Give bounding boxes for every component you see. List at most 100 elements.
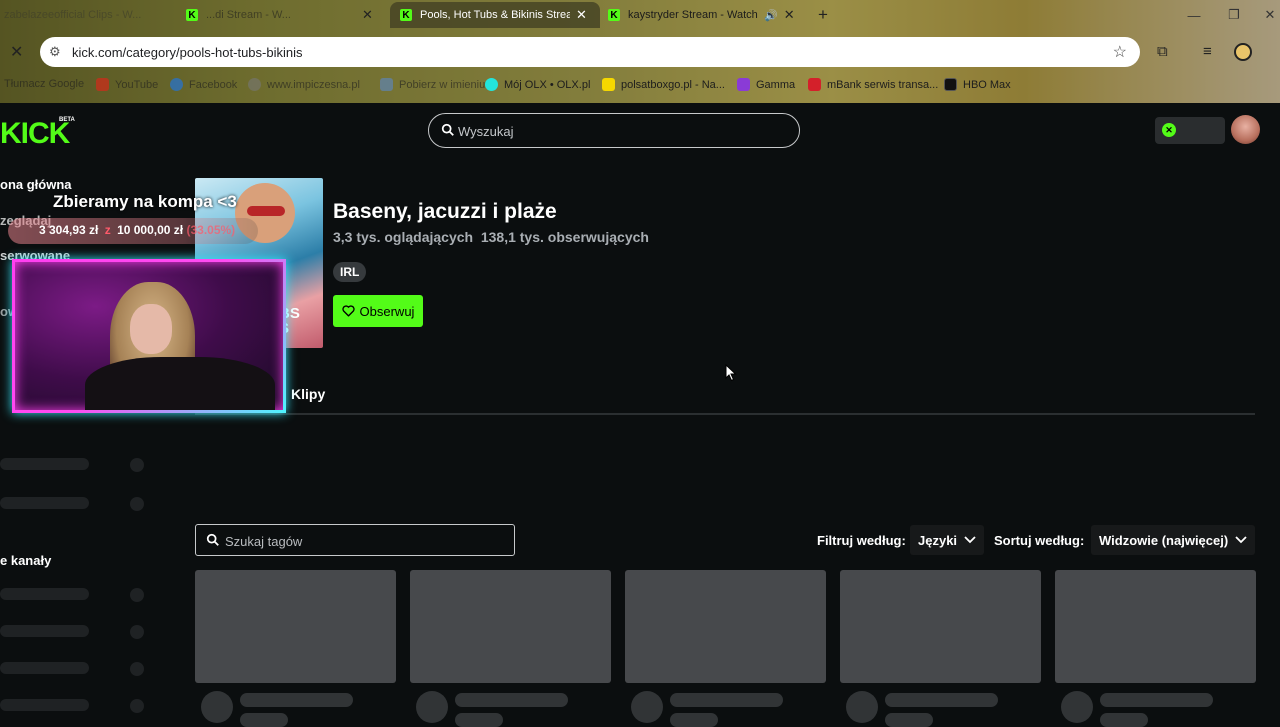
browser-chrome: zabelazeeofficial Clips - W... K ...di S… (0, 0, 1280, 103)
category-title: Baseny, jacuzzi i plaże (333, 200, 557, 223)
webcam-person-body (85, 357, 275, 410)
bookmark-item[interactable]: mBank serwis transa... (808, 78, 938, 91)
stream-card-skeleton-line (885, 693, 998, 707)
tag-search-input[interactable]: Szukaj tagów (195, 524, 515, 556)
heart-icon (341, 305, 355, 317)
restore-icon[interactable]: ❐ (1214, 4, 1254, 26)
tab-bar: zabelazeeofficial Clips - W... K ...di S… (0, 0, 1280, 30)
cover-sunglasses (247, 206, 285, 216)
tab-4[interactable]: K kaystryder Stream - Watch L... 🔊 ✕ (608, 2, 808, 28)
kick-favicon-icon: K (608, 9, 620, 21)
stream-card-skeleton-line (1100, 693, 1213, 707)
bookmark-item[interactable]: Mój OLX • OLX.pl (485, 78, 590, 91)
language-filter-select[interactable]: Języki (910, 525, 985, 555)
sidebar-skeleton (0, 588, 89, 600)
tab-clips[interactable]: Klipy (291, 386, 325, 402)
stream-card-thumbnail[interactable] (840, 570, 1041, 683)
kick-coin-icon: ✕ (1162, 123, 1176, 137)
new-tab-icon[interactable]: + (818, 5, 828, 25)
tab-close-icon[interactable]: ✕ (576, 7, 587, 23)
bookmark-favicon-icon (380, 78, 393, 91)
search-input[interactable]: Wyszukaj (428, 113, 800, 148)
close-window-icon[interactable]: ✕ (1250, 4, 1280, 26)
tag-search-placeholder: Szukaj tagów (225, 534, 303, 549)
tabs-divider (195, 413, 1255, 415)
chevron-down-icon (1235, 536, 1247, 544)
gamma-icon (737, 78, 750, 91)
sidebar-skeleton (0, 625, 89, 637)
bookmark-item[interactable]: Pobierz w imieniu (380, 78, 485, 91)
search-placeholder: Wyszukaj (458, 124, 514, 139)
sidebar-item-home[interactable]: ona główna (0, 177, 72, 192)
tab-close-icon[interactable]: ✕ (784, 7, 795, 23)
stream-card-skeleton-line (240, 693, 353, 707)
bookmark-item[interactable]: YouTube (96, 78, 158, 91)
donation-goal-text: 3 304,93 zł z 10 000,00 zł (33.05%) (39, 223, 235, 237)
speaker-icon[interactable]: 🔊 (764, 9, 778, 22)
bookmark-label: polsatboxgo.pl - Na... (621, 78, 725, 91)
tab-title: ...di Stream - W... (206, 9, 291, 21)
sidebar-skeleton (0, 458, 89, 470)
address-bar: ✕ ⚙ kick.com/category/pools-hot-tubs-bik… (0, 35, 1280, 69)
sidebar-skeleton (0, 662, 89, 674)
stream-card-skeleton-line (455, 693, 568, 707)
stream-card-skeleton-line (885, 713, 933, 727)
mouse-cursor-icon (725, 364, 737, 382)
sort-label: Sortuj według: (994, 533, 1085, 548)
sort-select[interactable]: Widzowie (najwięcej) (1091, 525, 1256, 555)
tab-title: Pools, Hot Tubs & Bikinis Stream (420, 9, 570, 21)
bookmarks-bar: Tłumacz Google YouTube Facebook www.impi… (0, 74, 1280, 96)
bookmark-label: Mój OLX • OLX.pl (504, 78, 591, 91)
profile-avatar[interactable] (1234, 43, 1252, 61)
sidebar-skeleton (130, 458, 144, 472)
omnibox[interactable]: ⚙ kick.com/category/pools-hot-tubs-bikin… (40, 37, 1140, 67)
sidebar-skeleton (130, 662, 144, 676)
notifications-button[interactable]: ✕ (1155, 117, 1225, 144)
stream-card-skeleton-line (670, 693, 783, 707)
sort-value: Widzowie (najwięcej) (1099, 532, 1229, 548)
tab-2[interactable]: K ...di Stream - W... ✕ (186, 2, 386, 28)
stop-loading-icon[interactable]: ✕ (10, 42, 23, 62)
tab-3[interactable]: K Pools, Hot Tubs & Bikinis Stream ✕ (390, 2, 600, 28)
follow-label: Obserwuj (359, 303, 415, 319)
user-avatar[interactable] (1231, 115, 1260, 144)
chevron-down-icon (964, 536, 976, 544)
bookmark-item[interactable]: Facebook (170, 78, 237, 91)
stream-card-skeleton-line (240, 713, 288, 727)
stream-card-thumbnail[interactable] (625, 570, 826, 683)
search-icon (206, 533, 219, 546)
tab-close-icon[interactable]: ✕ (362, 7, 373, 23)
sidebar-section-channels: e kanały (0, 553, 52, 568)
category-tag[interactable]: IRL (333, 262, 367, 282)
site-settings-icon[interactable]: ⚙ (49, 44, 61, 60)
bookmark-item[interactable]: polsatboxgo.pl - Na... (602, 78, 725, 91)
stream-card-thumbnail[interactable] (410, 570, 611, 683)
sidebar-skeleton (0, 497, 89, 509)
goal-current: 3 304,93 zł (39, 223, 99, 237)
stream-card-thumbnail[interactable] (1055, 570, 1256, 683)
sidebar-skeleton (130, 588, 144, 602)
kick-favicon-icon: K (400, 9, 412, 21)
tab-1[interactable]: zabelazeeofficial Clips - W... (0, 2, 175, 28)
minimize-icon[interactable]: — (1174, 4, 1214, 26)
bookmark-item[interactable]: www.impiczesna.pl (248, 78, 360, 91)
beta-badge: BETA (59, 117, 75, 123)
bookmark-item[interactable]: Tłumacz Google (4, 78, 84, 90)
sidebar-skeleton (0, 699, 89, 711)
bookmark-item[interactable]: Gamma (737, 78, 795, 91)
stream-card-thumbnail[interactable] (195, 570, 396, 683)
bookmark-star-icon[interactable]: ☆ (1113, 42, 1127, 62)
bookmark-label: HBO Max (963, 78, 1011, 91)
tab-title: kaystryder Stream - Watch L... (628, 9, 758, 21)
media-control-icon[interactable]: ≡ (1203, 43, 1212, 60)
kick-favicon-icon: K (186, 9, 198, 21)
polsat-icon (602, 78, 615, 91)
sidebar-skeleton (130, 699, 144, 713)
bookmark-item[interactable]: HBO Max (944, 78, 1011, 91)
extensions-icon[interactable]: ⧉ (1157, 43, 1168, 60)
kick-site: KICK BETA Wyszukaj ✕ ona główna zeglądaj… (0, 103, 1280, 727)
follow-button[interactable]: Obserwuj (333, 295, 423, 327)
url-text: kick.com/category/pools-hot-tubs-bikinis (72, 45, 303, 60)
tab-title: zabelazeeofficial Clips - W... (4, 9, 142, 21)
stream-card-avatar (416, 691, 448, 723)
